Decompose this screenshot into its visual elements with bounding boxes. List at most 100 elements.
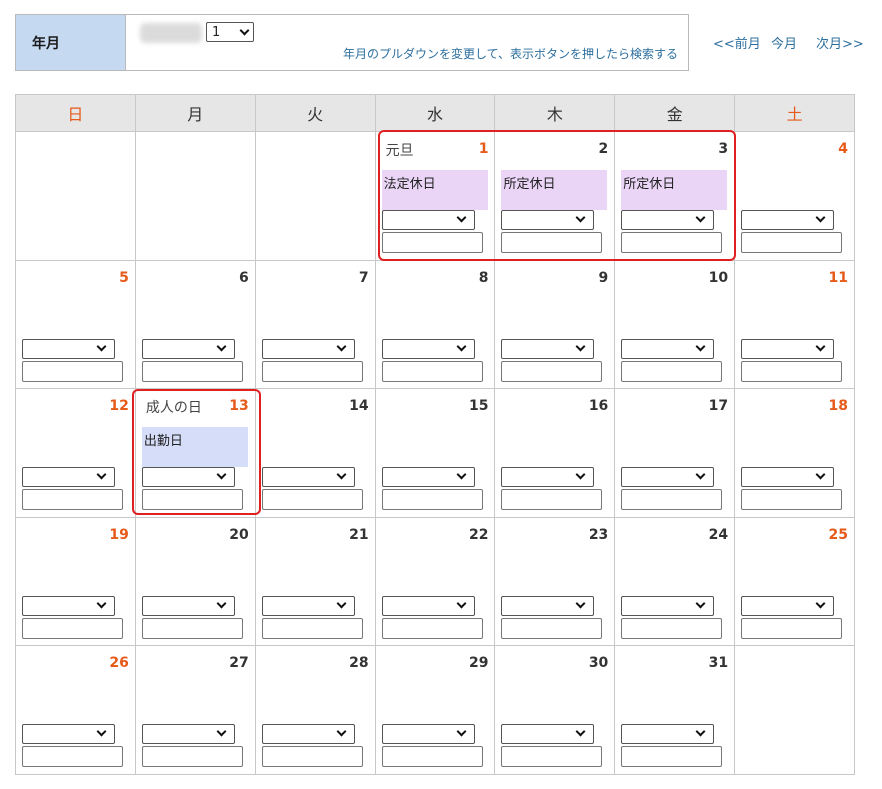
calendar-week: 26 27 28 29 30 31 xyxy=(16,646,856,775)
shift-select[interactable] xyxy=(141,338,235,359)
note-input[interactable] xyxy=(741,232,843,253)
note-input[interactable] xyxy=(381,746,483,767)
shift-select[interactable] xyxy=(741,595,835,616)
shift-select[interactable] xyxy=(741,210,835,230)
calendar-week: 5 6 7 8 9 10 11 xyxy=(16,260,856,389)
shift-select[interactable] xyxy=(501,724,595,744)
note-input[interactable] xyxy=(741,617,843,639)
note-input[interactable] xyxy=(141,746,243,767)
day-number: 13 xyxy=(229,398,249,414)
chevron-down-icon xyxy=(216,469,227,480)
chevron-down-icon xyxy=(575,726,586,737)
note-input[interactable] xyxy=(22,360,123,382)
shift-select[interactable] xyxy=(741,338,835,359)
day-cell-27: 27 xyxy=(135,646,256,775)
day-cell-18: 18 xyxy=(735,389,856,518)
month-select[interactable]: 1 xyxy=(206,22,254,42)
current-month-link[interactable]: 今月 xyxy=(771,33,797,52)
note-input[interactable] xyxy=(261,489,363,510)
note-input[interactable] xyxy=(621,232,723,253)
day-cell-16: 16 xyxy=(495,389,616,518)
day-cell-31: 31 xyxy=(615,646,736,775)
day-cell-1: 元旦 1 法定休日 xyxy=(375,132,496,261)
note-input[interactable] xyxy=(22,746,123,767)
note-input[interactable] xyxy=(621,489,723,510)
note-input[interactable] xyxy=(501,360,603,382)
shift-select[interactable] xyxy=(501,338,595,359)
day-number: 19 xyxy=(109,526,129,543)
shift-select[interactable] xyxy=(141,724,235,744)
note-input[interactable] xyxy=(22,489,123,510)
note-input[interactable] xyxy=(141,360,243,382)
day-number: 4 xyxy=(838,141,849,157)
calendar: 日 月 火 水 木 金 土 元旦 1 法定休日 2 所定休日 3 所定休日 4 … xyxy=(15,94,856,775)
shift-select[interactable] xyxy=(621,467,715,487)
note-input[interactable] xyxy=(261,617,363,639)
day-cell-21: 21 xyxy=(255,517,376,646)
shift-select[interactable] xyxy=(261,338,355,359)
chevron-down-icon xyxy=(336,469,347,480)
shift-select[interactable] xyxy=(621,210,715,230)
note-input[interactable] xyxy=(141,617,243,639)
note-input[interactable] xyxy=(741,360,843,382)
prev-month-link[interactable]: <<前月 xyxy=(713,33,761,52)
filter-controls: 1 年月のプルダウンを変更して、表示ボタンを押したら検索する xyxy=(126,15,688,70)
shift-select[interactable] xyxy=(141,595,235,616)
shift-select[interactable] xyxy=(261,595,355,616)
calendar-week: 元旦 1 法定休日 2 所定休日 3 所定休日 4 xyxy=(16,132,856,261)
year-select-redacted[interactable] xyxy=(140,23,202,43)
day-cell-2: 2 所定休日 xyxy=(495,132,616,261)
day-cell-12: 12 xyxy=(16,389,136,518)
shift-select[interactable] xyxy=(501,467,595,487)
shift-select[interactable] xyxy=(22,595,115,616)
shift-select[interactable] xyxy=(621,595,715,616)
shift-select[interactable] xyxy=(22,338,115,359)
shift-select[interactable] xyxy=(621,338,715,359)
note-input[interactable] xyxy=(381,617,483,639)
note-input[interactable] xyxy=(501,746,603,767)
note-input[interactable] xyxy=(621,746,723,767)
note-input[interactable] xyxy=(621,360,723,382)
shift-select[interactable] xyxy=(381,595,475,616)
shift-select[interactable] xyxy=(381,210,475,230)
chevron-down-icon xyxy=(336,726,347,737)
note-input[interactable] xyxy=(501,232,603,253)
weekday-header: 日 月 火 水 木 金 土 xyxy=(16,95,856,132)
shift-select[interactable] xyxy=(381,467,475,487)
shift-select[interactable] xyxy=(141,467,235,487)
shift-select[interactable] xyxy=(621,724,715,744)
weekday-wed: 水 xyxy=(375,95,496,132)
filter-bar: 年月 1 年月のプルダウンを変更して、表示ボタンを押したら検索する xyxy=(15,14,689,71)
note-input[interactable] xyxy=(141,489,243,510)
note-input[interactable] xyxy=(621,617,723,639)
weekday-fri: 金 xyxy=(615,95,736,132)
note-input[interactable] xyxy=(741,489,843,510)
shift-select[interactable] xyxy=(501,595,595,616)
weekday-tue: 火 xyxy=(255,95,376,132)
shift-select[interactable] xyxy=(261,467,355,487)
empty-day-cell xyxy=(16,132,136,261)
next-month-link[interactable]: 次月>> xyxy=(816,33,864,52)
note-input[interactable] xyxy=(261,746,363,767)
note-input[interactable] xyxy=(381,360,483,382)
shift-select[interactable] xyxy=(22,467,115,487)
shift-select[interactable] xyxy=(261,724,355,744)
shift-select[interactable] xyxy=(22,724,115,744)
chevron-down-icon xyxy=(575,341,586,351)
note-input[interactable] xyxy=(501,617,603,639)
shift-select[interactable] xyxy=(381,338,475,359)
shift-select[interactable] xyxy=(501,210,595,230)
note-input[interactable] xyxy=(501,489,603,510)
shift-select[interactable] xyxy=(741,467,835,487)
holiday-name: 元旦 xyxy=(385,143,414,159)
note-input[interactable] xyxy=(381,489,483,510)
day-cell-24: 24 xyxy=(615,517,736,646)
note-input[interactable] xyxy=(261,360,363,382)
note-input[interactable] xyxy=(381,232,483,253)
note-input[interactable] xyxy=(22,617,123,639)
shift-select[interactable] xyxy=(381,724,475,744)
day-number: 7 xyxy=(358,269,369,286)
empty-day-cell xyxy=(735,646,856,775)
chevron-down-icon xyxy=(695,726,706,737)
chevron-down-icon xyxy=(575,212,586,223)
